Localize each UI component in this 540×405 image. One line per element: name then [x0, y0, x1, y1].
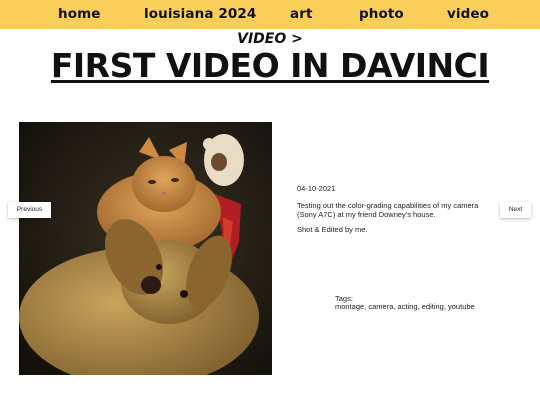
nav-video-link[interactable]: video: [447, 6, 489, 22]
breadcrumb[interactable]: VIDEO >: [0, 31, 540, 47]
tags-list: montage, camera, acting, editing, youtub…: [335, 302, 475, 311]
tag-camera[interactable]: camera: [368, 302, 393, 311]
page-title: FIRST VIDEO IN DAVINCI: [50, 46, 490, 85]
tag-editing[interactable]: editing: [422, 302, 444, 311]
next-button[interactable]: Next: [500, 202, 531, 218]
post-date: 04-10-2021: [297, 184, 336, 193]
post-description: Testing out the color-grading capabiliti…: [297, 201, 479, 219]
tag-montage[interactable]: montage: [335, 302, 364, 311]
top-navbar: home louisiana 2024 art photo video: [0, 0, 540, 29]
tag-acting[interactable]: acting: [398, 302, 418, 311]
previous-button[interactable]: Previous: [8, 202, 51, 218]
nav-home-link[interactable]: home: [58, 6, 101, 22]
cat-and-dog-image: [19, 122, 272, 375]
nav-photo-link[interactable]: photo: [359, 6, 404, 22]
tag-youtube[interactable]: youtube: [448, 302, 475, 311]
nav-art-link[interactable]: art: [290, 6, 313, 22]
post-credit: Shot & Edited by me.: [297, 225, 368, 234]
nav-louisiana-2024-link[interactable]: louisiana 2024: [144, 6, 256, 22]
video-thumbnail[interactable]: [19, 122, 272, 375]
